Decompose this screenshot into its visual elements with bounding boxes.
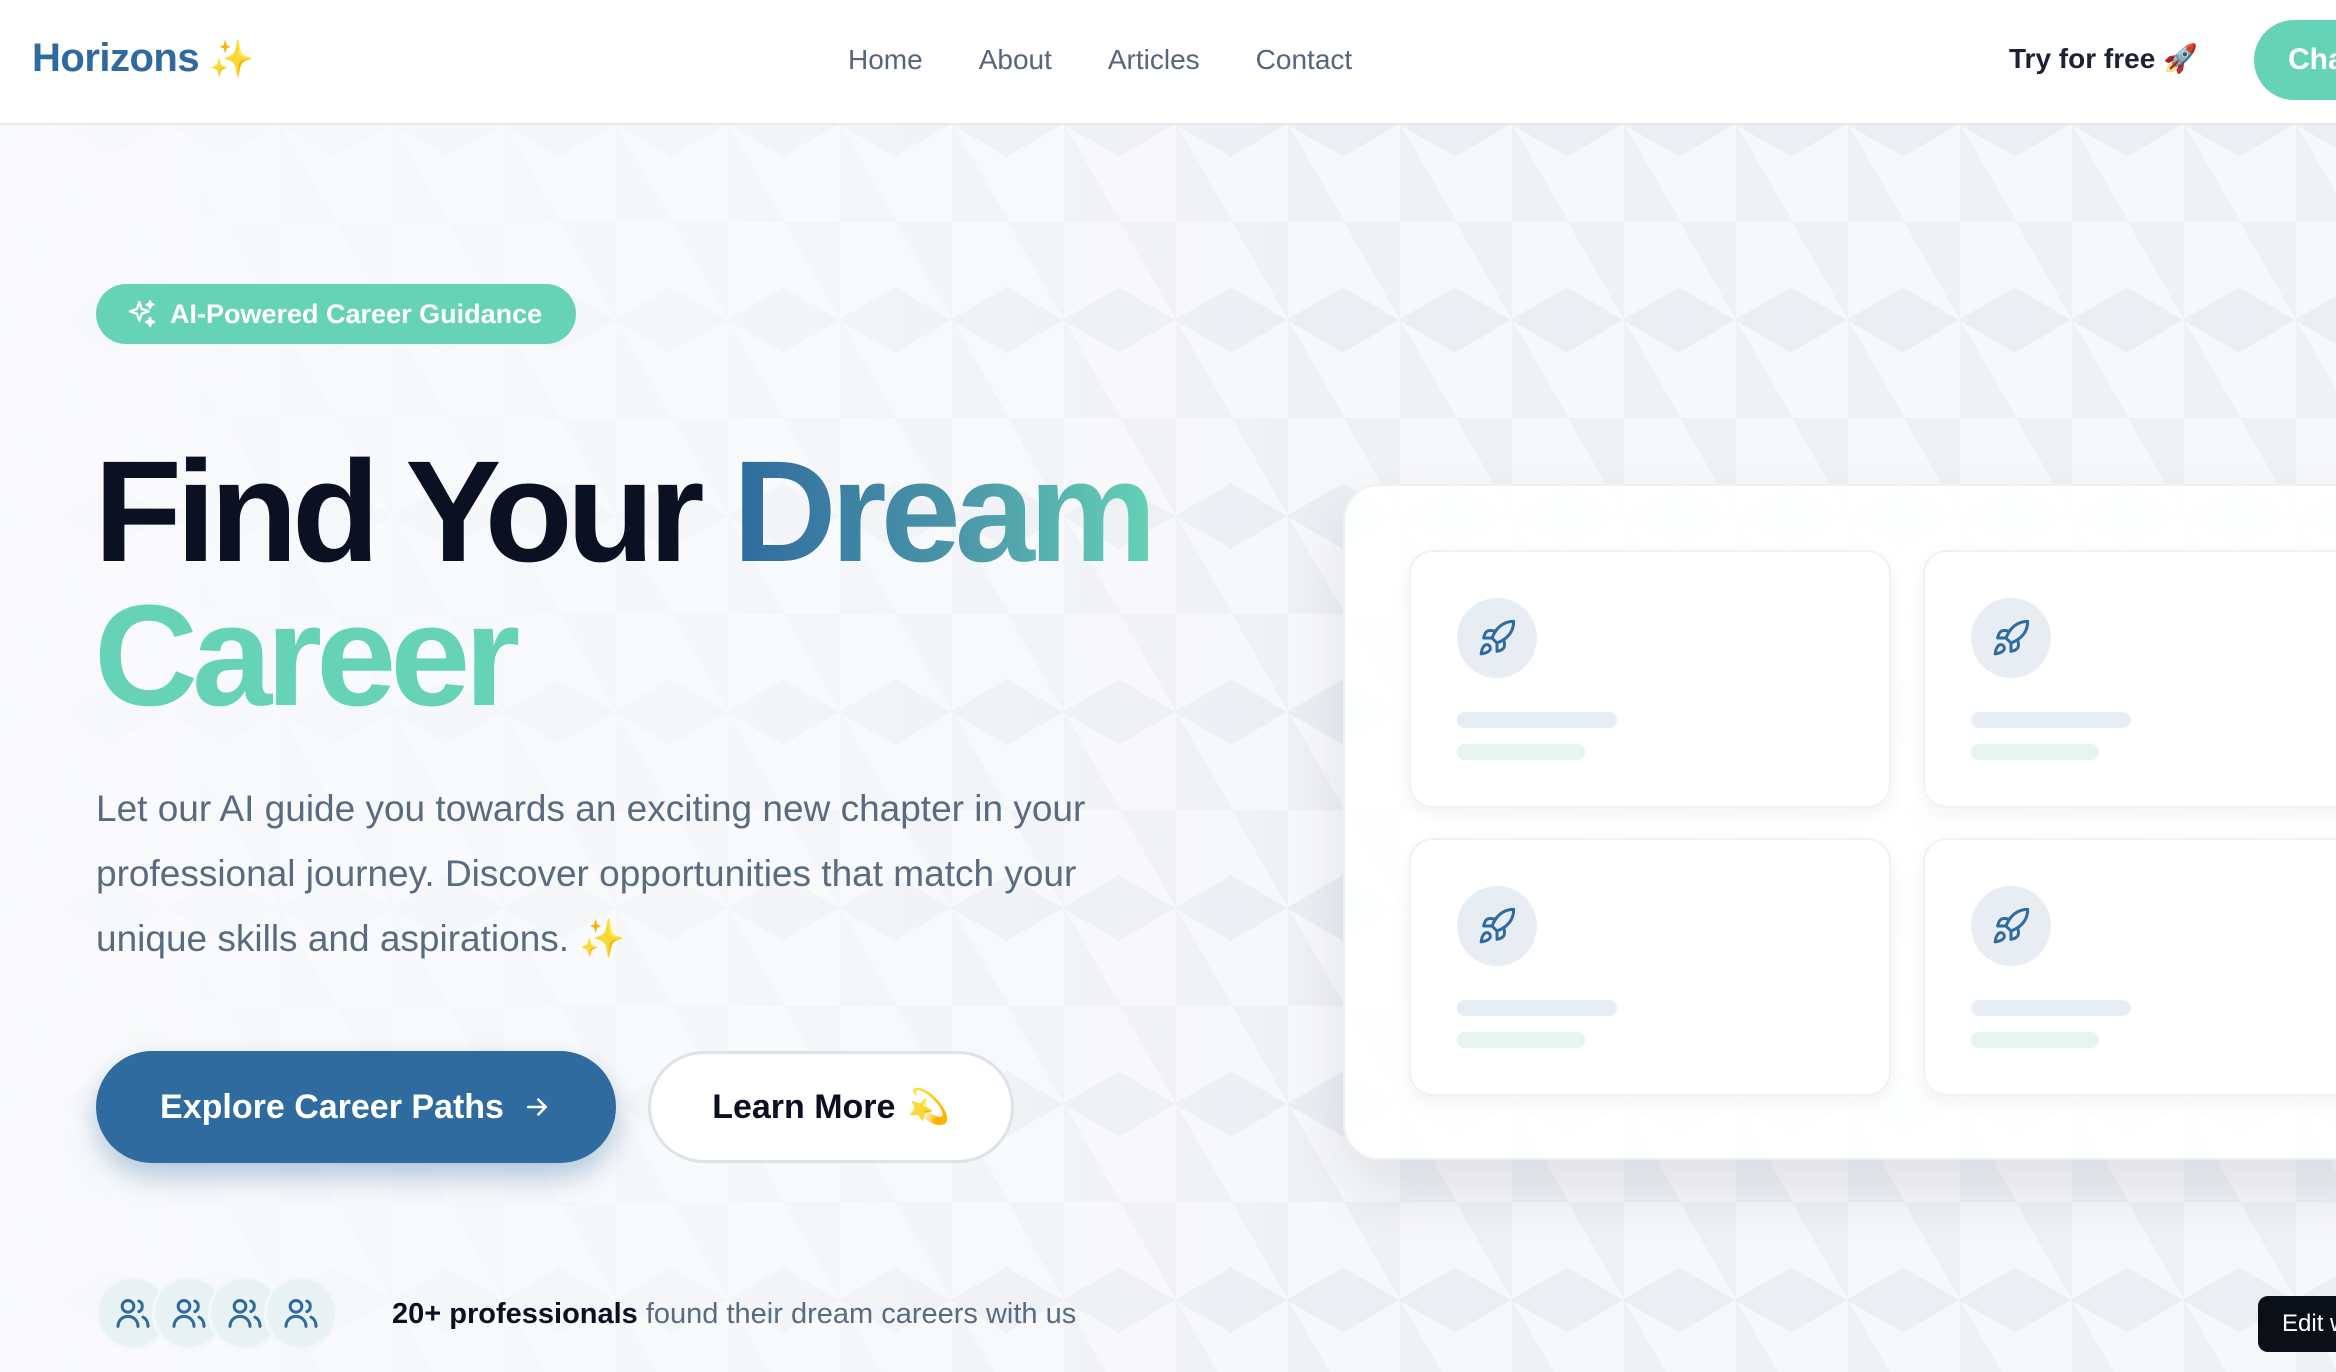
headline-part-1: Find Your [94,431,733,592]
dizzy-emoji-icon: 💫 [907,1088,950,1126]
hero-headline: Find Your Dream Career [94,440,1294,728]
feature-card[interactable] [1923,550,2336,808]
ai-badge-label: AI-Powered Career Guidance [170,298,543,329]
rocket-icon [1971,598,2051,678]
headline-line-1: Find Your Dream [94,440,1294,584]
headline-line-2: Career [94,575,520,736]
explore-button-label: Explore Career Paths [160,1087,504,1126]
nav-link-home[interactable]: Home [848,44,923,76]
placeholder-line [1457,1000,1617,1016]
users-icon [264,1276,338,1350]
try-for-free-label: Try for free [2009,42,2156,74]
placeholder-line [1971,712,2131,728]
placeholder-line [1457,712,1617,728]
hero-description: Let our AI guide you towards an exciting… [96,788,1086,959]
edit-button[interactable]: Edit w [2258,1296,2336,1352]
nav-link-contact[interactable]: Contact [1256,44,1353,76]
placeholder-line [1457,1032,1585,1048]
rocket-icon [1457,886,1537,966]
rocket-icon [1971,886,2051,966]
try-for-free-link[interactable]: Try for free 🚀 [2009,42,2198,75]
placeholder-line [1971,1000,2131,1016]
headline-highlight: Dream [732,431,1157,592]
rocket-emoji-icon: 🚀 [2163,43,2199,74]
nav-link-articles[interactable]: Articles [1108,44,1200,76]
social-proof-text: 20+ professionals found their dream care… [392,1298,1076,1331]
header-cta-button[interactable]: Cha [2254,20,2336,100]
rocket-icon [1457,598,1537,678]
avatar-group [96,1276,338,1350]
social-proof-count: 20+ professionals [392,1298,638,1330]
top-navbar: Horizons ✨ Home About Articles Contact T… [0,0,2336,125]
main-nav: Home About Articles Contact [848,44,1352,76]
placeholder-line [1457,744,1585,760]
logo[interactable]: Horizons ✨ [32,36,254,81]
feature-cards-panel [1343,484,2336,1160]
social-proof-suffix: found their dream careers with us [637,1298,1077,1330]
explore-career-paths-button[interactable]: Explore Career Paths [96,1051,616,1163]
arrow-right-icon [526,1098,547,1116]
feature-card[interactable] [1409,838,1891,1096]
logo-text: Horizons [32,36,200,80]
learn-more-label: Learn More [712,1087,896,1126]
nav-link-about[interactable]: About [979,44,1052,76]
sparkle-icon: ✨ [209,37,254,79]
feature-card[interactable] [1409,550,1891,808]
placeholder-line [1971,1032,2099,1048]
placeholder-line [1971,744,2099,760]
sparkles-icon [128,300,156,328]
feature-card[interactable] [1923,838,2336,1096]
learn-more-button[interactable]: Learn More 💫 [648,1051,1014,1163]
ai-badge: AI-Powered Career Guidance [96,284,577,344]
